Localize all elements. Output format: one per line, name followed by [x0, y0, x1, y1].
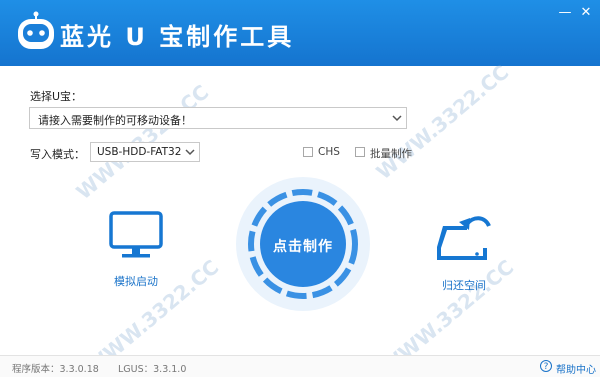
chs-checkbox[interactable] [303, 147, 313, 157]
title-bar: 蓝光 U 宝制作工具 — ✕ [0, 0, 600, 66]
device-select-value: 请接入需要制作的可移动设备！ [38, 114, 192, 127]
chs-label: CHS [318, 146, 340, 158]
write-mode-value: USB-HDD-FAT32 [97, 146, 182, 158]
status-bar: 程序版本：3.3.0.18 LGUS：3.3.1.0 ? 帮助中心 [0, 355, 600, 377]
write-mode-label: 写入模式： [30, 148, 85, 161]
batch-make-checkbox[interactable] [355, 147, 365, 157]
write-mode-select[interactable]: USB-HDD-FAT32 [90, 142, 200, 162]
monitor-icon [109, 211, 163, 258]
simulate-boot-label: 模拟启动 [114, 275, 158, 288]
app-title: 蓝光 U 宝制作工具 [60, 23, 295, 51]
restore-space-label: 归还空间 [442, 279, 486, 292]
device-label: 选择U宝： [30, 90, 83, 103]
lgus-version: LGUS：3.3.1.0 [118, 364, 187, 375]
device-select[interactable]: 请接入需要制作的可移动设备！ [29, 107, 407, 129]
start-make-label: 点击制作 [273, 239, 333, 255]
chevron-down-icon [185, 149, 195, 156]
program-version: 程序版本：3.3.0.18 [12, 364, 99, 375]
start-make-button[interactable]: 点击制作 [235, 176, 371, 312]
close-button[interactable]: ✕ [576, 4, 596, 22]
help-center-label: 帮助中心 [556, 365, 596, 376]
robot-logo-icon [18, 11, 54, 49]
batch-make-label: 批量制作 [370, 148, 412, 160]
chevron-down-icon [392, 115, 402, 122]
help-icon: ? [540, 360, 552, 372]
minimize-button[interactable]: — [555, 4, 575, 22]
drive-return-icon [437, 216, 491, 260]
